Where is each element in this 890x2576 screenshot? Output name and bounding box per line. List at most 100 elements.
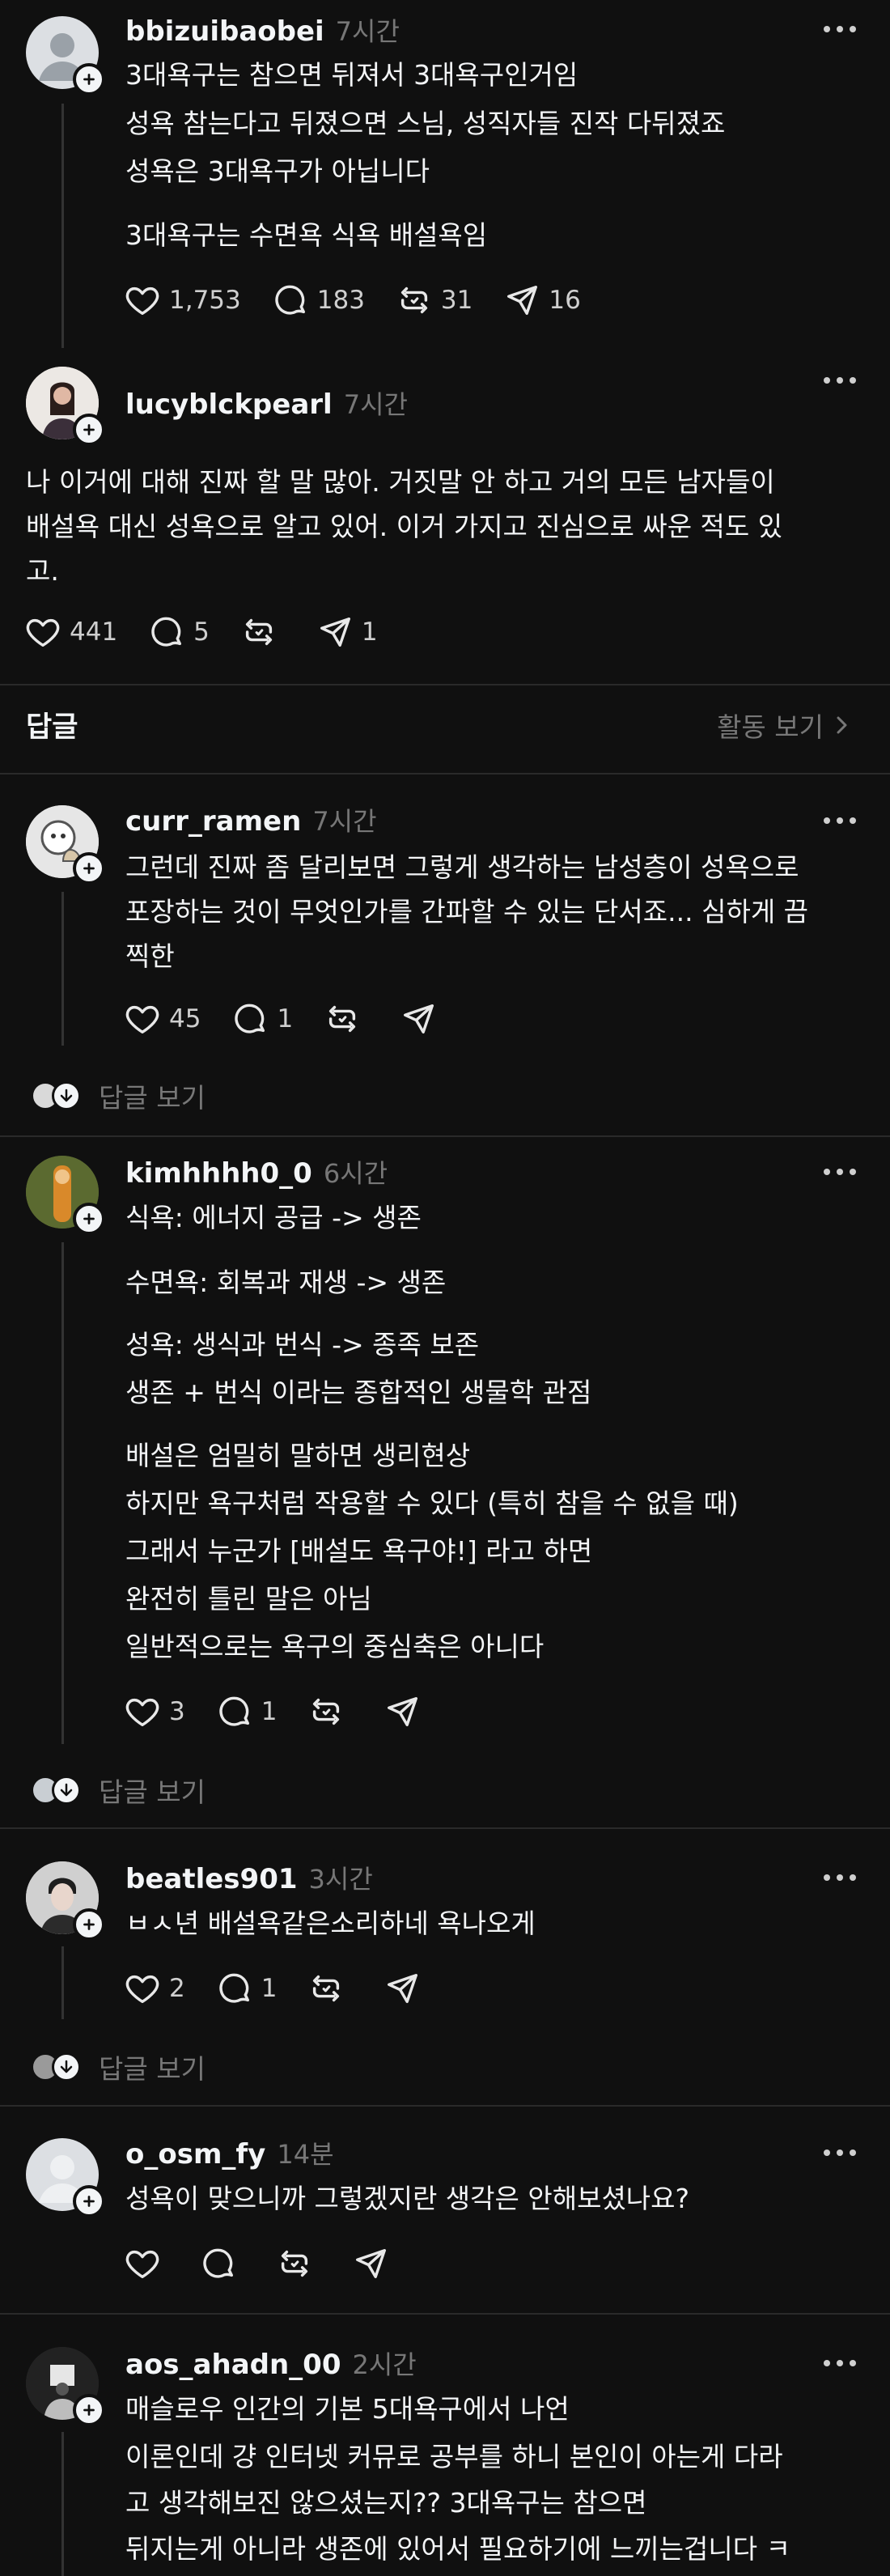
repost-icon bbox=[307, 1693, 345, 1730]
username[interactable]: beatles901 bbox=[125, 1863, 298, 1895]
comment-button[interactable]: 5 bbox=[148, 613, 210, 651]
post-text-line: 이론인데 걍 인터넷 커뮤로 공부를 하니 본인이 아는게 다라 bbox=[125, 2441, 783, 2472]
follow-plus-icon[interactable] bbox=[73, 1203, 105, 1235]
share-button[interactable] bbox=[400, 1000, 445, 1038]
view-replies[interactable]: 답글 보기 bbox=[31, 1771, 206, 1810]
post-author[interactable]: beatles901 3시간 bbox=[125, 1859, 373, 1896]
share-button[interactable] bbox=[352, 2245, 397, 2282]
more-icon[interactable] bbox=[822, 813, 858, 829]
heart-icon bbox=[124, 1693, 161, 1730]
activity-link[interactable]: 활동 보기 bbox=[717, 706, 853, 745]
post-author[interactable]: curr_ramen 7시간 bbox=[125, 801, 377, 838]
post-author[interactable]: o_osm_fy 14분 bbox=[125, 2134, 334, 2171]
share-icon bbox=[352, 2245, 389, 2282]
avatar[interactable] bbox=[26, 2347, 105, 2426]
repost-button[interactable] bbox=[307, 1970, 353, 2007]
post-text-line: 3대욕구는 참으면 뒤져서 3대욕구인거임 bbox=[125, 59, 578, 91]
follow-plus-icon[interactable] bbox=[73, 852, 105, 885]
post-author[interactable]: kimhhhh0_0 6시간 bbox=[125, 1153, 388, 1190]
comment-count: 183 bbox=[316, 286, 365, 315]
post-time: 7시간 bbox=[343, 389, 408, 420]
post-text-line: 하지만 욕구처럼 작용할 수 있다 (특히 참을 수 없을 때) bbox=[125, 1487, 739, 1519]
heart-icon bbox=[124, 1000, 161, 1038]
repost-button[interactable] bbox=[240, 613, 286, 651]
post-text-line: 생존 + 번식 이라는 종합적인 생물학 관점 bbox=[125, 1377, 592, 1408]
more-icon[interactable] bbox=[822, 2355, 858, 2371]
comment-button[interactable] bbox=[200, 2245, 245, 2282]
divider bbox=[0, 2105, 890, 2107]
avatar[interactable] bbox=[26, 805, 105, 885]
post-author[interactable]: aos_ahadn_00 2시간 bbox=[125, 2345, 417, 2382]
more-icon[interactable] bbox=[822, 21, 858, 37]
like-button[interactable]: 1,753 bbox=[124, 282, 241, 319]
like-button[interactable]: 2 bbox=[124, 1970, 185, 2007]
post-text-line: 그래서 누군가 [배설도 욕구야!] 라고 하면 bbox=[125, 1535, 593, 1567]
share-button[interactable] bbox=[384, 1970, 429, 2007]
comment-button[interactable]: 1 bbox=[231, 1000, 293, 1038]
post-text-line: 완전히 틀린 말은 아님 bbox=[125, 1583, 372, 1615]
share-icon bbox=[400, 1000, 437, 1038]
like-button[interactable]: 441 bbox=[24, 613, 117, 651]
comment-count: 1 bbox=[261, 1974, 278, 2003]
share-icon bbox=[384, 1693, 421, 1730]
follow-plus-icon[interactable] bbox=[73, 1908, 105, 1941]
username[interactable]: o_osm_fy bbox=[125, 2138, 265, 2171]
avatar[interactable] bbox=[26, 1156, 105, 1235]
post-time: 14분 bbox=[277, 2139, 334, 2170]
repost-button[interactable]: 31 bbox=[396, 282, 473, 319]
view-replies-label: 답글 보기 bbox=[99, 1082, 206, 1114]
avatar[interactable] bbox=[26, 367, 105, 446]
more-icon[interactable] bbox=[822, 1869, 858, 1886]
post-text-line: 성욕 참는다고 뒤졌으면 스님, 성직자들 진작 다뒤졌죠 bbox=[125, 108, 726, 139]
repost-button[interactable] bbox=[276, 2245, 321, 2282]
view-replies[interactable]: 답글 보기 bbox=[31, 1076, 206, 1115]
repost-button[interactable] bbox=[324, 1000, 369, 1038]
post-author[interactable]: lucyblckpearl 7시간 bbox=[125, 384, 408, 422]
arrow-down-icon bbox=[52, 1081, 81, 1110]
avatar[interactable] bbox=[26, 16, 105, 95]
post-text-line: 배설욕 대신 성욕으로 알고 있어. 이거 가지고 진심으로 싸운 적도 있 bbox=[26, 511, 783, 542]
comment-icon bbox=[216, 1693, 253, 1730]
comment-button[interactable]: 1 bbox=[216, 1693, 277, 1730]
comment-icon bbox=[200, 2245, 237, 2282]
chevron-right-icon bbox=[837, 716, 847, 734]
follow-plus-icon[interactable] bbox=[73, 2185, 105, 2217]
repost-icon bbox=[307, 1970, 345, 2007]
share-icon bbox=[316, 613, 354, 651]
comment-button[interactable]: 1 bbox=[216, 1970, 278, 2007]
like-button[interactable]: 3 bbox=[124, 1693, 185, 1730]
comment-button[interactable]: 183 bbox=[272, 282, 365, 319]
repost-icon bbox=[276, 2245, 313, 2282]
follow-plus-icon[interactable] bbox=[73, 2394, 105, 2426]
share-button[interactable] bbox=[384, 1693, 429, 1730]
username[interactable]: curr_ramen bbox=[125, 805, 301, 838]
repost-button[interactable] bbox=[307, 1693, 353, 1730]
comment-count: 1 bbox=[277, 1004, 294, 1033]
username[interactable]: bbizuibaobei bbox=[125, 15, 324, 48]
avatar[interactable] bbox=[26, 1861, 105, 1941]
more-icon[interactable] bbox=[822, 2145, 858, 2161]
more-icon[interactable] bbox=[822, 372, 858, 388]
post-time: 3시간 bbox=[308, 1864, 373, 1895]
more-icon[interactable] bbox=[822, 1164, 858, 1180]
avatar[interactable] bbox=[26, 2138, 105, 2217]
like-button[interactable] bbox=[124, 2245, 169, 2282]
post-text-line: 수면욕: 회복과 재생 -> 생존 bbox=[125, 1267, 447, 1298]
post-author[interactable]: bbizuibaobei 7시간 bbox=[125, 11, 400, 49]
follow-plus-icon[interactable] bbox=[73, 414, 105, 446]
username[interactable]: kimhhhh0_0 bbox=[125, 1157, 312, 1190]
post-text-line: 뒤지는게 아니라 생존에 있어서 필요하기에 느끼는겁니다 ㅋ bbox=[125, 2533, 790, 2565]
divider bbox=[0, 2313, 890, 2315]
post-actions: 2 1 bbox=[124, 1970, 460, 2007]
share-button[interactable]: 1 bbox=[316, 613, 378, 651]
view-replies[interactable]: 답글 보기 bbox=[31, 2048, 206, 2086]
comment-icon bbox=[216, 1970, 253, 2007]
share-button[interactable]: 16 bbox=[503, 282, 581, 319]
post-text-line: 성욕: 생식과 번식 -> 종족 보존 bbox=[125, 1329, 480, 1360]
username[interactable]: lucyblckpearl bbox=[125, 388, 333, 421]
username[interactable]: aos_ahadn_00 bbox=[125, 2349, 341, 2381]
post-actions: 1,753 183 31 16 bbox=[124, 282, 612, 319]
heart-icon bbox=[124, 282, 161, 319]
follow-plus-icon[interactable] bbox=[73, 63, 105, 95]
like-button[interactable]: 45 bbox=[124, 1000, 201, 1038]
